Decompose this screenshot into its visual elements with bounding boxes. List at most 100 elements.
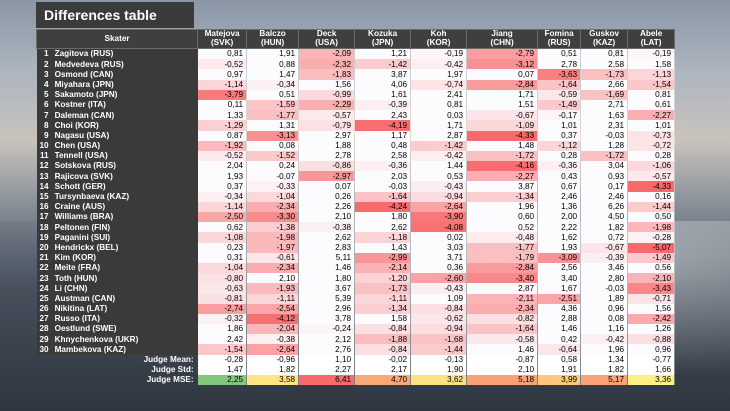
difference-cell: 3,87 <box>466 181 539 192</box>
difference-cell: -1,13 <box>627 69 676 80</box>
table-row: 4 Miyahara (JPN) -1,14 -0,34 1,56 4,06 -0,74 -2… <box>36 79 676 90</box>
difference-cell: 0,03 <box>410 110 468 121</box>
difference-cell: -1,54 <box>627 79 676 90</box>
row-rank: 4 <box>36 79 52 90</box>
difference-cell: -3,13 <box>246 130 300 141</box>
difference-cell: -0,43 <box>410 181 468 192</box>
difference-cell: 0,51 <box>246 89 300 100</box>
difference-cell: 0,08 <box>580 313 629 325</box>
difference-cell: -1,98 <box>627 222 676 233</box>
difference-cell: 1,71 <box>410 120 468 131</box>
difference-cell: 0,88 <box>246 59 300 70</box>
table-row: 21 Kim (KOR) 0,31 -0,61 5,11 -2,99 3,71 -1,79 -3… <box>36 252 676 263</box>
difference-cell: -2,29 <box>298 99 356 111</box>
difference-cell: -0,84 <box>354 344 412 355</box>
row-rank: 1 <box>36 48 52 60</box>
difference-cell: -0,42 <box>580 334 629 345</box>
difference-cell: -1,98 <box>246 232 300 243</box>
summary-cell: 3,58 <box>246 375 300 386</box>
difference-cell: 2,80 <box>580 273 629 284</box>
difference-cell: -4,16 <box>466 161 539 172</box>
summary-cell: 2,17 <box>354 364 412 375</box>
difference-cell: -1,69 <box>580 89 629 100</box>
difference-cell: -1,34 <box>354 303 412 314</box>
summary-cell: 3,99 <box>537 375 582 386</box>
summary-cell: -0,87 <box>466 354 539 365</box>
difference-cell: 2,46 <box>580 191 629 202</box>
difference-cell: -0,39 <box>580 252 629 263</box>
summary-cell: 1,47 <box>197 364 248 375</box>
row-rank: 9 <box>36 130 52 141</box>
difference-cell: -0,64 <box>537 344 582 355</box>
difference-cell: -1,79 <box>466 252 539 263</box>
difference-cell: -0,38 <box>298 222 356 233</box>
difference-cell: -2,99 <box>354 252 412 263</box>
difference-cell: -2,14 <box>354 262 412 274</box>
judge-header: Abele (LAT) <box>627 29 676 49</box>
difference-cell: 0,17 <box>580 181 629 192</box>
difference-cell: -0,24 <box>298 324 356 335</box>
difference-cell: 2,87 <box>410 130 468 141</box>
difference-cell: -0,34 <box>197 191 248 202</box>
difference-cell: 3,40 <box>537 273 582 284</box>
table-row: 18 Peltonen (FIN) 0,62 -1,38 -0,38 2,62 -4,08 0… <box>36 222 676 233</box>
row-rank: 23 <box>36 273 52 284</box>
judge-header: Matejova (SVK) <box>197 29 248 49</box>
difference-cell: 0,31 <box>197 252 248 263</box>
skater-name: Nagasu (USA) <box>51 130 198 141</box>
skater-name: Sotskova (RUS) <box>51 161 198 172</box>
skater-name: Hendrickx (BEL) <box>51 242 198 253</box>
difference-cell: -2,51 <box>537 293 582 304</box>
table-row: 19 Paganini (SUI) -1,08 -1,98 2,62 -1,18 0,02-… <box>36 232 676 243</box>
difference-cell: 0,96 <box>627 344 676 355</box>
difference-cell: 0,62 <box>197 222 248 233</box>
difference-cell: -3,12 <box>466 59 539 70</box>
difference-cell: -0,80 <box>197 273 248 284</box>
difference-cell: -1,29 <box>197 120 248 131</box>
summary-cell: 1,90 <box>410 364 468 375</box>
difference-cell: 1,16 <box>580 324 629 335</box>
difference-cell: 3,87 <box>354 69 412 80</box>
difference-cell: 0,24 <box>246 161 300 172</box>
row-rank: 16 <box>36 201 52 212</box>
table-row: 29 Khnychenkova (UKR) 2,42 -0,38 2,12 -1,88 -1… <box>36 334 676 345</box>
difference-cell: -2,27 <box>466 171 539 182</box>
difference-cell: 1,97 <box>410 69 468 80</box>
difference-cell: -2,34 <box>466 303 539 314</box>
skater-name: Kim (KOR) <box>51 252 198 263</box>
table-row: 2 Medvedeva (RUS) -0,52 0,88 -2,32 -1,42 -0,42… <box>36 59 676 70</box>
difference-cell: 0,23 <box>197 242 248 253</box>
difference-cell: -0,52 <box>197 59 248 70</box>
skater-name: Tennell (USA) <box>51 150 198 162</box>
table-row: 20 Hendrickx (BEL) 0,23 -1,97 2,83 1,43 3,03 -1… <box>36 242 676 253</box>
difference-cell: 0,37 <box>197 181 248 192</box>
difference-cell: 0,28 <box>627 150 676 162</box>
difference-cell: 0,11 <box>197 99 248 111</box>
table-row: 12 Sotskova (RUS) 2,04 0,24 -0,86 -0,36 1,44 -4… <box>36 161 676 172</box>
difference-cell: 1,47 <box>246 69 300 80</box>
row-rank: 15 <box>36 191 52 202</box>
difference-cell: 5,39 <box>298 293 356 304</box>
row-rank: 27 <box>36 313 52 325</box>
table-row: 3 Osmond (CAN) 0,97 1,47 -1,83 3,87 1,97 0,07 -3… <box>36 69 676 80</box>
difference-cell: 1,51 <box>466 99 539 111</box>
row-rank: 8 <box>36 120 52 131</box>
summary-cell: -0,13 <box>410 354 468 365</box>
difference-cell: -1,49 <box>627 252 676 263</box>
row-rank: 21 <box>36 252 52 263</box>
differences-table: Skater Matejova (SVK) Balczo (HUN) Deck (USA)… <box>35 29 676 386</box>
difference-cell: -0,34 <box>246 79 300 90</box>
difference-cell: -0,63 <box>197 283 248 294</box>
difference-cell: 2,41 <box>410 89 468 100</box>
difference-cell: 2,10 <box>246 273 300 284</box>
difference-cell: 0,28 <box>537 150 582 162</box>
row-rank: 7 <box>36 110 52 121</box>
summary-spacer <box>37 365 52 375</box>
difference-cell: -1,73 <box>354 283 412 294</box>
difference-cell: 2,42 <box>197 334 248 345</box>
difference-cell: 1,44 <box>410 161 468 172</box>
difference-cell: -2,42 <box>627 313 676 325</box>
difference-cell: 1,96 <box>466 201 539 212</box>
difference-cell: 0,16 <box>627 191 676 202</box>
table-row: 10 Chen (USA) -1,92 0,08 1,88 0,48 -1,42 1,48 -1… <box>36 140 676 151</box>
